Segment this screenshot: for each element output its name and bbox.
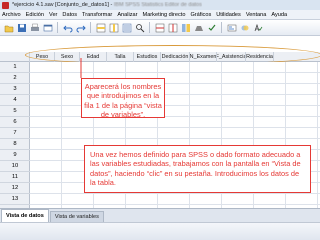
variables-icon[interactable] [121,22,132,33]
menu-ventana[interactable]: Ventana [246,12,267,18]
row-number[interactable]: 5 [0,106,30,117]
open-icon[interactable] [3,22,14,33]
column-header-sexo[interactable]: Sexo [55,52,80,62]
row-number[interactable]: 13 [0,194,30,205]
row-number[interactable]: 10 [0,161,30,172]
window-title: *ejercicio 4.1.sav [Conjunto_de_datos1] … [12,2,202,8]
find-icon[interactable] [134,22,145,33]
insert-cases-icon[interactable] [154,22,165,33]
column-header-dedicacion[interactable]: Dedicación [161,52,190,62]
row-number[interactable]: 2 [0,73,30,84]
select-cases-icon[interactable] [206,22,217,33]
menu-graficos[interactable]: Gráficos [190,12,211,18]
column-header-estudios[interactable]: Estudios [134,52,161,62]
row-number[interactable]: 9 [0,150,30,161]
window-title-app: IBM SPSS Statistics Editor de datos [113,2,202,8]
tab-vista-de-variables[interactable]: Vista de variables [49,211,104,222]
row-number[interactable]: 1 [0,62,30,73]
status-bar [0,222,320,240]
menu-transformar[interactable]: Transformar [82,12,112,18]
column-header-talla[interactable]: Talla [107,52,134,62]
menu-utilidades[interactable]: Utilidades [216,12,241,18]
spell-icon[interactable] [252,22,263,33]
redo-icon[interactable] [75,22,86,33]
undo-icon[interactable] [62,22,73,33]
corner-cell[interactable] [0,52,30,62]
row-number[interactable]: 7 [0,128,30,139]
column-header-f-asistencia[interactable]: F_Asistencia [217,52,246,62]
row-number[interactable]: 8 [0,139,30,150]
toolbar-separator [90,22,91,33]
row-number-column: 1 2 3 4 5 6 7 8 9 10 11 12 13 [0,62,30,208]
spss-app-icon [2,1,9,9]
annotation-data-view: Una vez hemos definido para SPSS o dado … [84,145,311,193]
menu-bar: Archivo Edición Ver Datos Transformar An… [0,10,320,20]
value-labels-icon[interactable] [226,22,237,33]
column-header-empty[interactable] [274,52,320,62]
toolbar-separator [57,22,58,33]
menu-analizar[interactable]: Analizar [117,12,137,18]
insert-variable-icon[interactable] [167,22,178,33]
title-bar: *ejercicio 4.1.sav [Conjunto_de_datos1] … [0,0,320,10]
annotation-variable-names: Aparecerá los nombres que introdujimos e… [81,78,165,119]
row-number[interactable]: 12 [0,183,30,194]
tab-vista-de-datos[interactable]: Vista de datos [1,209,49,222]
column-header-row: Peso Sexo Edad Talla Estudios Dedicación… [0,52,320,62]
print-icon[interactable] [29,22,40,33]
menu-marketing-directo[interactable]: Marketing directo [143,12,186,18]
row-number[interactable]: 4 [0,95,30,106]
row-number[interactable]: 6 [0,117,30,128]
column-header-peso[interactable]: Peso [30,52,55,62]
goto-case-icon[interactable] [95,22,106,33]
window-title-file: *ejercicio 4.1.sav [Conjunto_de_datos1] … [12,2,114,8]
row-number[interactable]: 11 [0,172,30,183]
toolbar-separator [149,22,150,33]
toolbar [0,20,320,36]
cell-editor-band [0,36,320,52]
column-header-n-examen[interactable]: N_Examen [190,52,217,62]
column-header-residencia[interactable]: Residencia [246,52,274,62]
menu-ayuda[interactable]: Ayuda [271,12,287,18]
menu-datos[interactable]: Datos [62,12,77,18]
split-file-icon[interactable] [180,22,191,33]
menu-edicion[interactable]: Edición [26,12,44,18]
column-header-edad[interactable]: Edad [80,52,107,62]
save-icon[interactable] [16,22,27,33]
recall-dialog-icon[interactable] [42,22,53,33]
row-number[interactable]: 3 [0,84,30,95]
view-tabs: Vista de datos Vista de variables [0,208,320,222]
menu-ver[interactable]: Ver [49,12,57,18]
goto-variable-icon[interactable] [108,22,119,33]
toolbar-separator [221,22,222,33]
use-sets-icon[interactable] [239,22,250,33]
weight-cases-icon[interactable] [193,22,204,33]
menu-archivo[interactable]: Archivo [2,12,21,18]
